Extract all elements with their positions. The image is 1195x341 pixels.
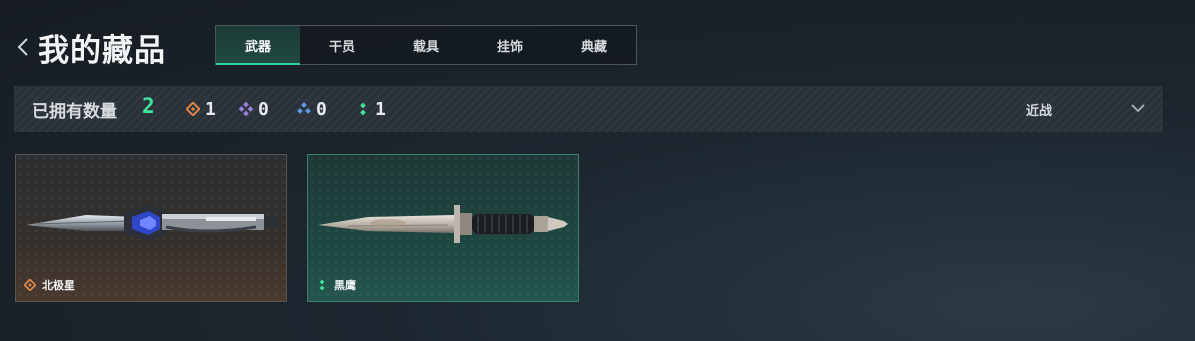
- green-dots-icon: [319, 279, 325, 291]
- filter-dropdown-label[interactable]: 近战: [1026, 100, 1052, 119]
- rarity-count-value: 0: [258, 98, 269, 120]
- owned-label: 已拥有数量: [32, 102, 117, 122]
- blue-triad-icon: [297, 102, 311, 114]
- tab-operators[interactable]: 干员: [300, 26, 384, 64]
- rarity-count-value: 0: [316, 98, 327, 120]
- tab-weapons[interactable]: 武器: [216, 26, 300, 65]
- chevron-down-icon[interactable]: [1129, 100, 1147, 116]
- orange-diamond-icon: [186, 102, 200, 116]
- item-name: 黑鹰: [334, 279, 356, 292]
- rarity-count-orange: 1: [186, 98, 216, 120]
- tab-vehicles[interactable]: 载具: [384, 26, 468, 64]
- stats-bar: 已拥有数量 2 1 0 0 1 近战: [14, 86, 1163, 132]
- header: 我的藏品 武器 干员 载具 挂饰 典藏: [0, 0, 1195, 80]
- rarity-count-value: 1: [205, 98, 216, 120]
- green-dots-icon: [360, 102, 366, 116]
- category-tabs: 武器 干员 载具 挂饰 典藏: [215, 25, 637, 65]
- item-name-row: 北极星: [24, 277, 75, 293]
- page-title: 我的藏品: [38, 33, 166, 69]
- tab-charms[interactable]: 挂饰: [468, 26, 552, 64]
- rarity-count-blue: 0: [297, 98, 327, 120]
- item-name-row: 黑鹰: [316, 277, 356, 293]
- rarity-count-purple: 0: [239, 98, 269, 120]
- orange-diamond-icon: [24, 279, 36, 291]
- rarity-count-green: 1: [356, 98, 386, 120]
- tab-collection[interactable]: 典藏: [552, 26, 636, 64]
- item-card-black-hawk[interactable]: 黑鹰: [307, 154, 579, 302]
- item-card-polaris[interactable]: 北极星: [15, 154, 287, 302]
- owned-count: 2: [142, 94, 155, 118]
- back-arrow-icon[interactable]: [14, 36, 34, 58]
- rarity-count-value: 1: [375, 98, 386, 120]
- item-name: 北极星: [42, 279, 75, 292]
- purple-diamond-icon: [239, 102, 253, 116]
